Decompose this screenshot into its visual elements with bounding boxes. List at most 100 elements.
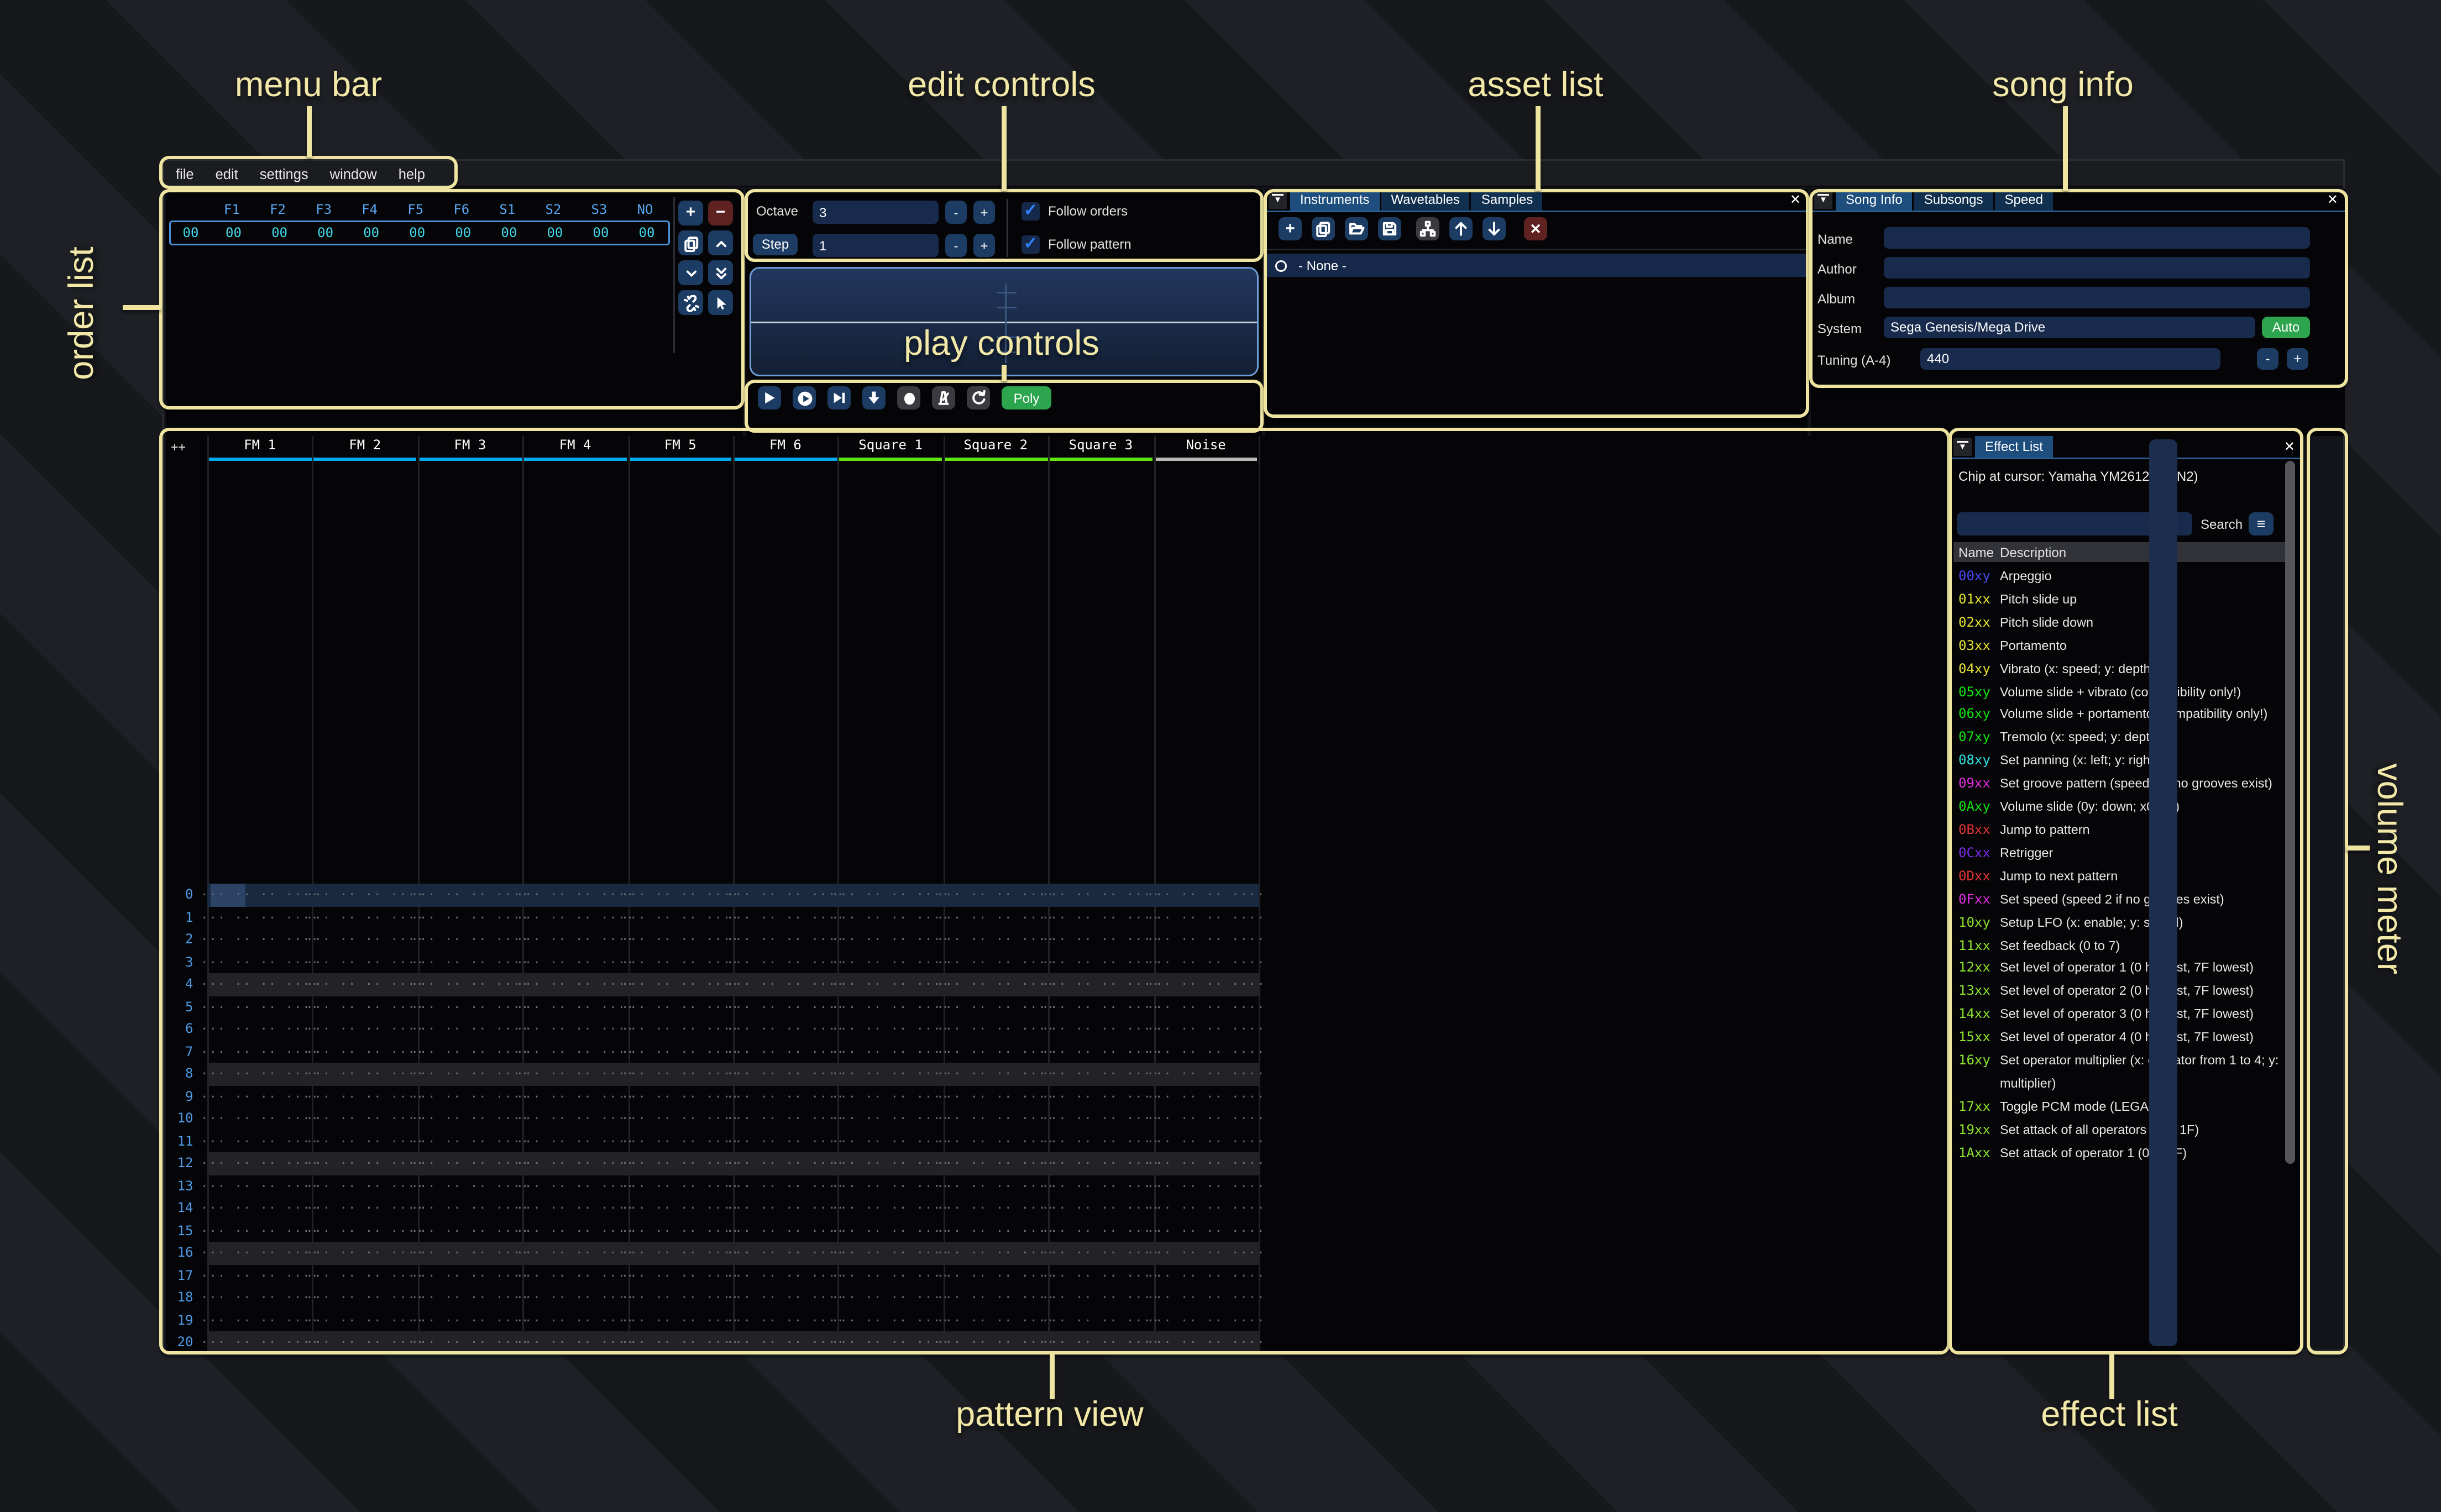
tuning-plus-button[interactable]: + <box>2287 348 2308 370</box>
collapse-icon[interactable]: ▼ <box>1814 191 1832 209</box>
order-cell[interactable]: 00 <box>348 225 394 240</box>
channel-header-square-3[interactable]: Square 3 <box>1048 438 1153 453</box>
pattern-cell[interactable]: ··· ·· ·· ···· <box>516 1290 621 1305</box>
pattern-row-7[interactable]: 7··· ·· ·· ······· ·· ·· ······· ·· ·· ·… <box>166 1041 1950 1063</box>
pattern-cell[interactable]: ··· ·· ·· ···· <box>831 954 936 969</box>
tab-samples[interactable]: Samples <box>1471 189 1543 211</box>
pattern-row-14[interactable]: 14··· ·· ·· ······· ·· ·· ······· ·· ·· … <box>166 1197 1950 1220</box>
pattern-cell[interactable]: ··· ·· ·· ···· <box>516 888 621 902</box>
effect-row-15xx[interactable]: 15xxSet level of operator 4 (0 highest, … <box>1958 1026 2290 1049</box>
effect-row-14xx[interactable]: 14xxSet level of operator 3 (0 highest, … <box>1958 1004 2290 1027</box>
pattern-cell[interactable]: ··· ·· ·· ···· <box>201 1022 306 1037</box>
pattern-cell[interactable]: ··· ·· ·· ···· <box>726 932 831 947</box>
collapse-icon[interactable]: ▼ <box>1953 438 1972 456</box>
pattern-cell[interactable]: ··· ·· ·· ···· <box>516 1044 621 1059</box>
effect-row-08xy[interactable]: 08xySet panning (x: left; y: right) <box>1958 750 2290 773</box>
pattern-cell[interactable]: ··· ·· ·· ···· <box>831 1044 936 1059</box>
pattern-cell[interactable]: ··· ·· ·· ···· <box>726 1335 831 1350</box>
pattern-cell[interactable]: ··· ·· ·· ···· <box>411 954 516 969</box>
pattern-cell[interactable]: ··· ·· ·· ···· <box>726 1268 831 1283</box>
name-field[interactable] <box>1884 227 2310 249</box>
effect-row-13xx[interactable]: 13xxSet level of operator 2 (0 highest, … <box>1958 980 2290 1004</box>
pattern-cell[interactable]: ··· ·· ·· ···· <box>726 1223 831 1238</box>
pattern-corner-button[interactable]: ++ <box>171 439 186 454</box>
pattern-row-18[interactable]: 18··· ·· ·· ······· ·· ·· ······· ·· ·· … <box>166 1287 1950 1309</box>
repeat-pattern-button[interactable] <box>967 386 990 410</box>
effect-row-19xx[interactable]: 19xxSet attack of all operators (0 to 1F… <box>1958 1119 2290 1142</box>
pattern-cell[interactable]: ··· ·· ·· ···· <box>201 1246 306 1261</box>
pattern-cell[interactable]: ··· ·· ·· ···· <box>411 1067 516 1082</box>
effect-row-16xy[interactable]: 16xySet operator multiplier (x: operator… <box>1958 1049 2290 1095</box>
pattern-cell[interactable]: ··· ·· ·· ···· <box>936 1268 1041 1283</box>
duplicate-order-button[interactable] <box>678 230 703 255</box>
pattern-cell[interactable]: ··· ·· ·· ···· <box>411 1201 516 1216</box>
pattern-view-panel[interactable]: ++ FM 1FM 2FM 3FM 4FM 5FM 6Square 1Squar… <box>166 436 1950 1351</box>
menu-item-help[interactable]: help <box>399 165 425 182</box>
delete-button[interactable]: ✕ <box>1524 217 1547 240</box>
order-cell[interactable]: 00 <box>578 225 624 240</box>
pattern-cell[interactable]: ··· ·· ·· ···· <box>201 1156 306 1171</box>
tab-subsongs[interactable]: Subsongs <box>1914 189 1993 211</box>
pattern-cell[interactable]: ··· ·· ·· ···· <box>516 1268 621 1283</box>
pattern-cell[interactable]: ··· ·· ·· ···· <box>1147 1335 1252 1350</box>
pattern-cell[interactable]: ··· ·· ·· ···· <box>1147 1178 1252 1193</box>
step-input[interactable]: 1 <box>813 234 939 257</box>
pattern-cell[interactable]: ··· ·· ·· ···· <box>936 977 1041 992</box>
pattern-cell[interactable]: ··· ·· ·· ···· <box>306 1313 411 1327</box>
pattern-row-12[interactable]: 12··· ·· ·· ······· ·· ·· ······· ·· ·· … <box>166 1152 1950 1175</box>
pattern-cell[interactable]: ··· ·· ·· ···· <box>201 999 306 1014</box>
pattern-cell[interactable]: ··· ·· ·· ···· <box>1147 1133 1252 1148</box>
pattern-cell[interactable]: ··· ·· ·· ···· <box>726 1178 831 1193</box>
pattern-cell[interactable]: ··· ·· ·· ···· <box>1041 1223 1146 1238</box>
effect-row-0Cxx[interactable]: 0CxxRetrigger <box>1958 842 2290 865</box>
pattern-cell[interactable]: ··· ·· ·· ···· <box>621 977 726 992</box>
pattern-row-8[interactable]: 8··· ·· ·· ······· ·· ·· ······· ·· ·· ·… <box>166 1063 1950 1085</box>
effect-row-0Bxx[interactable]: 0BxxJump to pattern <box>1958 819 2290 842</box>
pattern-cell[interactable]: ··· ·· ·· ···· <box>306 954 411 969</box>
record-button[interactable] <box>897 386 920 410</box>
pattern-cell[interactable]: ··· ·· ·· ···· <box>411 1335 516 1350</box>
pattern-cell[interactable]: ··· ·· ·· ···· <box>621 1201 726 1216</box>
pattern-cell[interactable]: ··· ·· ·· ···· <box>1041 977 1146 992</box>
pattern-cell[interactable]: ··· ·· ·· ···· <box>411 1268 516 1283</box>
channel-header-square-2[interactable]: Square 2 <box>943 438 1048 453</box>
pattern-cell[interactable]: ··· ·· ·· ···· <box>516 954 621 969</box>
album-field[interactable] <box>1884 287 2310 308</box>
pattern-cell[interactable]: ··· ·· ·· ···· <box>1041 1044 1146 1059</box>
pattern-cell[interactable]: ··· ·· ·· ···· <box>516 1067 621 1082</box>
pattern-cell[interactable]: ··· ·· ·· ···· <box>411 932 516 947</box>
pattern-cell[interactable]: ··· ·· ·· ···· <box>1147 910 1252 925</box>
order-cell[interactable]: 00 <box>486 225 532 240</box>
save-button[interactable] <box>1378 217 1401 240</box>
effect-row-07xy[interactable]: 07xyTremolo (x: speed; y: depth) <box>1958 727 2290 750</box>
pattern-cell[interactable]: ··· ·· ·· ···· <box>936 888 1041 902</box>
pattern-cell[interactable]: ··· ·· ·· ···· <box>306 977 411 992</box>
pattern-cell[interactable]: ··· ·· ·· ···· <box>411 1313 516 1327</box>
channel-header-square-1[interactable]: Square 1 <box>838 438 943 453</box>
pattern-row-13[interactable]: 13··· ·· ·· ······· ·· ·· ······· ·· ·· … <box>166 1175 1950 1198</box>
move-down-button[interactable] <box>1483 217 1506 240</box>
move-order-up-button[interactable] <box>708 230 733 255</box>
pattern-cell[interactable]: ··· ·· ·· ···· <box>516 1335 621 1350</box>
pattern-cell[interactable]: ··· ·· ·· ···· <box>621 1335 726 1350</box>
pattern-cell[interactable]: ··· ·· ·· ···· <box>936 1067 1041 1082</box>
pattern-cell[interactable]: ··· ·· ·· ···· <box>516 977 621 992</box>
add-order-button[interactable]: + <box>678 201 703 225</box>
pattern-cell[interactable]: ··· ·· ·· ···· <box>306 1133 411 1148</box>
open-button[interactable] <box>1345 217 1368 240</box>
pattern-cell[interactable]: ··· ·· ·· ···· <box>936 1022 1041 1037</box>
pattern-cell[interactable]: ··· ·· ·· ···· <box>831 1067 936 1082</box>
pattern-cell[interactable]: ··· ·· ·· ···· <box>411 910 516 925</box>
pattern-cell[interactable]: ··· ·· ·· ···· <box>1147 1201 1252 1216</box>
octave-minus-button[interactable]: - <box>945 201 967 224</box>
pattern-cell[interactable]: ··· ·· ·· ···· <box>411 1290 516 1305</box>
order-edit-mode-button[interactable] <box>708 290 733 315</box>
pattern-cell[interactable]: ··· ·· ·· ···· <box>201 1313 306 1327</box>
pattern-cell[interactable]: ··· ·· ·· ···· <box>1147 1067 1252 1082</box>
effect-row-02xx[interactable]: 02xxPitch slide down <box>1958 611 2290 634</box>
effect-row-0Fxx[interactable]: 0FxxSet speed (speed 2 if no grooves exi… <box>1958 888 2290 911</box>
pattern-cell[interactable]: ··· ·· ·· ···· <box>1041 1111 1146 1126</box>
pattern-cell[interactable]: ··· ·· ·· ···· <box>201 888 306 902</box>
pattern-cell[interactable]: ··· ·· ·· ···· <box>831 1290 936 1305</box>
pattern-cell[interactable]: ··· ·· ·· ···· <box>201 1111 306 1126</box>
